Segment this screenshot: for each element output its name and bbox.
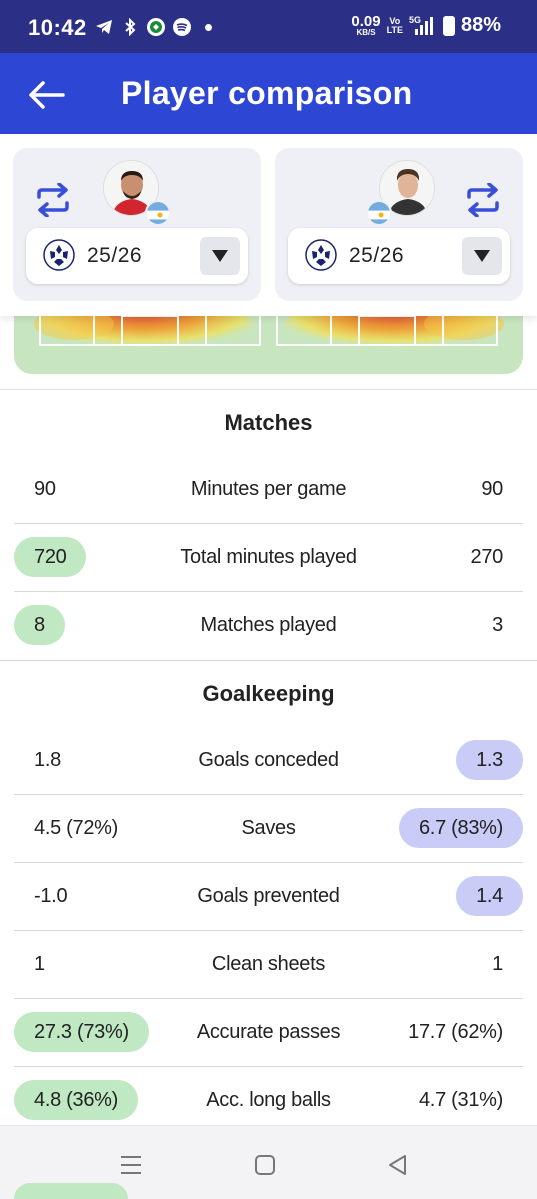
heatmap-pitch: [14, 316, 523, 374]
system-back-button[interactable]: [380, 1148, 414, 1182]
swap-player-button-right[interactable]: [463, 180, 503, 220]
status-bar: 10:42 0.09 KB/S Vo LTE 5G 88%: [0, 0, 537, 53]
page-title: Player comparison: [121, 75, 413, 111]
network-speed: 0.09 KB/S: [351, 14, 380, 37]
stats-list: Matches 90 Minutes per game 90 720 Total…: [0, 390, 537, 1135]
battery-icon: [442, 15, 455, 36]
back-button[interactable]: [24, 73, 68, 117]
stat-right-value: 4.7 (31%): [418, 1089, 503, 1111]
stat-label: Minutes per game: [190, 478, 347, 500]
section-title-matches: Matches: [224, 410, 313, 435]
stat-label: Matches played: [200, 614, 337, 636]
volte-bottom: LTE: [386, 24, 403, 35]
stat-row: 4.5 (72%) Saves 6.7 (83%): [14, 795, 523, 863]
season-select-right[interactable]: 25/26: [288, 228, 510, 284]
player-card-right: 25/26: [275, 148, 523, 301]
stat-right-value: 6.7 (83%): [398, 808, 523, 848]
swap-icon: [467, 183, 499, 217]
status-time: 10:42: [28, 15, 87, 40]
argentina-flag-right: [366, 200, 392, 226]
spotify-icon: [173, 18, 191, 36]
caret-down-icon: [212, 250, 228, 262]
season-dropdown-toggle-left[interactable]: [200, 237, 240, 275]
stat-right-value: 1.3: [456, 740, 523, 780]
arrow-left-icon: [29, 81, 65, 109]
stat-right-value: 1: [492, 953, 503, 975]
home-button[interactable]: [248, 1148, 282, 1182]
swap-player-button-left[interactable]: [33, 180, 73, 220]
stat-label: Goals conceded: [198, 749, 339, 771]
stat-right-value: 90: [481, 478, 503, 500]
stat-right-value: 1.4: [456, 876, 523, 916]
stat-label: Total minutes played: [180, 546, 357, 568]
heatmap-section: [0, 316, 537, 390]
season-dropdown-toggle-right[interactable]: [462, 237, 502, 275]
dot-icon: [205, 23, 212, 31]
champions-league-icon: [305, 239, 337, 271]
stat-right-value: 3: [492, 614, 503, 636]
stat-row: 1.8 Goals conceded 1.3: [14, 727, 523, 795]
volte-indicator: Vo LTE: [386, 16, 403, 35]
recent-apps-button[interactable]: [114, 1148, 148, 1182]
app-bar: Player comparison: [0, 53, 537, 134]
bluetooth-icon: [121, 18, 139, 36]
speed-value: 0.09: [351, 13, 381, 30]
section-title-goalkeeping: Goalkeeping: [202, 681, 335, 706]
argentina-flag-left: [145, 200, 171, 226]
stat-right-value: 17.7 (62%): [408, 1021, 503, 1043]
telegram-icon: [95, 18, 113, 36]
app-icon: [147, 18, 165, 36]
next-stat-peek: [14, 1183, 128, 1199]
stat-row: 90 Minutes per game 90: [14, 456, 523, 524]
stat-right-value: 270: [470, 546, 504, 568]
system-status: 0.09 KB/S Vo LTE 5G 88%: [351, 14, 501, 37]
stat-label: Clean sheets: [211, 953, 326, 975]
season-select-left[interactable]: 25/26: [26, 228, 248, 284]
season-label-left: 25/26: [87, 244, 143, 267]
stat-row: 1 Clean sheets 1: [14, 931, 523, 999]
stat-label: Goals prevented: [197, 885, 340, 907]
champions-league-icon: [43, 239, 75, 271]
stat-row: 720 Total minutes played 270: [14, 524, 523, 592]
battery-percent: 88%: [460, 14, 501, 36]
season-label-right: 25/26: [349, 244, 405, 267]
stat-row: -1.0 Goals prevented 1.4: [14, 863, 523, 931]
recent-apps-icon: [121, 1156, 141, 1174]
notification-icons: [95, 18, 212, 36]
home-icon: [255, 1155, 275, 1175]
stat-row: 27.3 (73%) Accurate passes 17.7 (62%): [14, 999, 523, 1067]
back-icon: [389, 1155, 406, 1175]
speed-unit: KB/S: [356, 28, 376, 37]
player-selector-area: 25/26 25/26: [0, 134, 537, 316]
stat-row: 8 Matches played 3: [14, 592, 523, 660]
signal-icon: 5G: [409, 15, 437, 37]
caret-down-icon: [474, 250, 490, 262]
player-card-left: 25/26: [13, 148, 261, 301]
swap-icon: [37, 183, 69, 217]
